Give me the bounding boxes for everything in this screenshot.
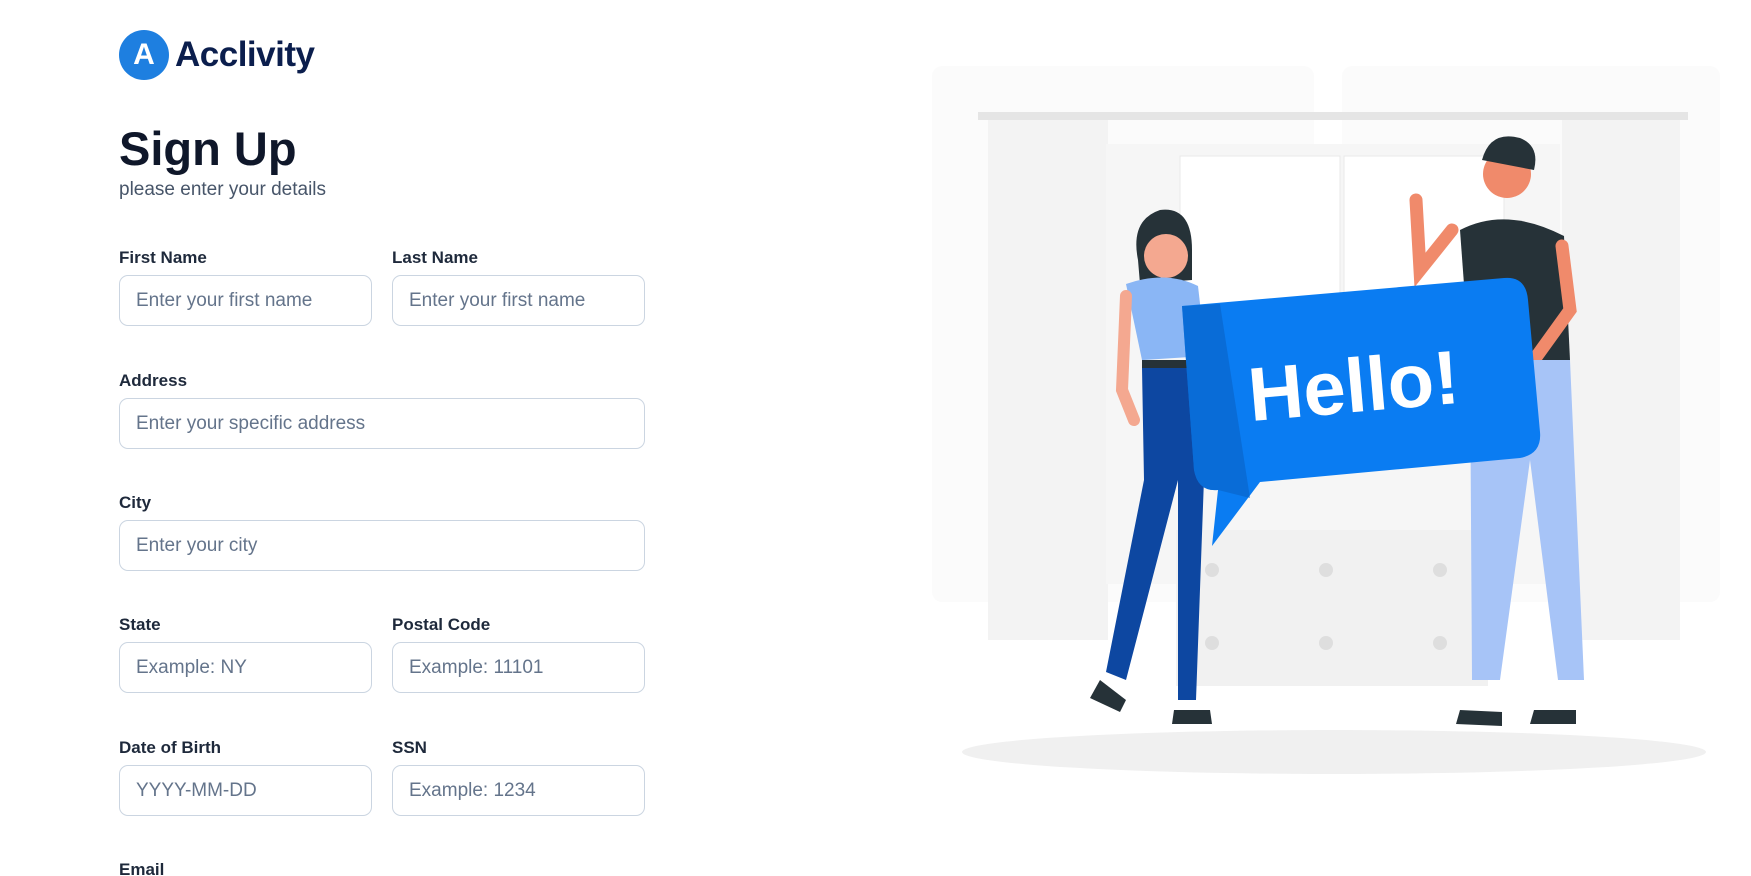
ssn-field: SSN [392, 737, 645, 816]
address-input[interactable] [119, 398, 645, 449]
signup-panel: A Acclivity Sign Up please enter your de… [0, 0, 780, 876]
last-name-input[interactable] [392, 275, 645, 326]
dresser-knob [1433, 636, 1447, 650]
first-name-field: First Name [119, 247, 372, 326]
ssn-label: SSN [392, 738, 427, 757]
woman-shoe [1090, 680, 1126, 712]
city-label: City [119, 493, 152, 512]
first-name-label: First Name [119, 248, 207, 267]
email-label: Email [119, 860, 165, 876]
dresser-knob [1319, 563, 1333, 577]
email-field: Email [119, 859, 645, 876]
logo-mark-icon: A [119, 30, 169, 80]
city-input[interactable] [119, 520, 645, 571]
dresser-knob [1205, 563, 1219, 577]
address-label: Address [119, 371, 188, 390]
address-field: Address [119, 370, 645, 449]
curtain-rod [978, 112, 1688, 120]
dresser-knob [1205, 636, 1219, 650]
postal-code-label: Postal Code [392, 615, 491, 634]
ssn-input[interactable] [392, 765, 645, 816]
dresser-knob [1433, 563, 1447, 577]
illustration-svg: Hello! [932, 66, 1720, 774]
state-input[interactable] [119, 642, 372, 693]
state-label: State [119, 615, 161, 634]
first-name-input[interactable] [119, 275, 372, 326]
man-shoe [1530, 710, 1576, 724]
man-shoe [1456, 710, 1502, 726]
brand-logo[interactable]: A Acclivity [119, 30, 315, 80]
last-name-label: Last Name [392, 248, 478, 267]
curtain-right [1562, 120, 1680, 640]
curtain-left [988, 120, 1108, 640]
page-subtitle: please enter your details [119, 179, 327, 200]
dob-input[interactable] [119, 765, 372, 816]
woman-face [1144, 234, 1188, 278]
dresser [1176, 530, 1488, 686]
floor-shadow [962, 730, 1706, 774]
city-field: City [119, 492, 645, 571]
woman-shoe [1172, 710, 1212, 724]
dob-label: Date of Birth [119, 738, 221, 757]
page-title: Sign Up [119, 122, 297, 175]
postal-code-field: Postal Code [392, 614, 645, 693]
dob-field: Date of Birth [119, 737, 372, 816]
brand-name: Acclivity [175, 35, 315, 74]
postal-code-input[interactable] [392, 642, 645, 693]
last-name-field: Last Name [392, 247, 645, 326]
window-pane-left [1179, 155, 1341, 317]
hello-illustration: Hello! [930, 60, 1730, 780]
state-field: State [119, 614, 372, 693]
dresser-knob [1319, 636, 1333, 650]
